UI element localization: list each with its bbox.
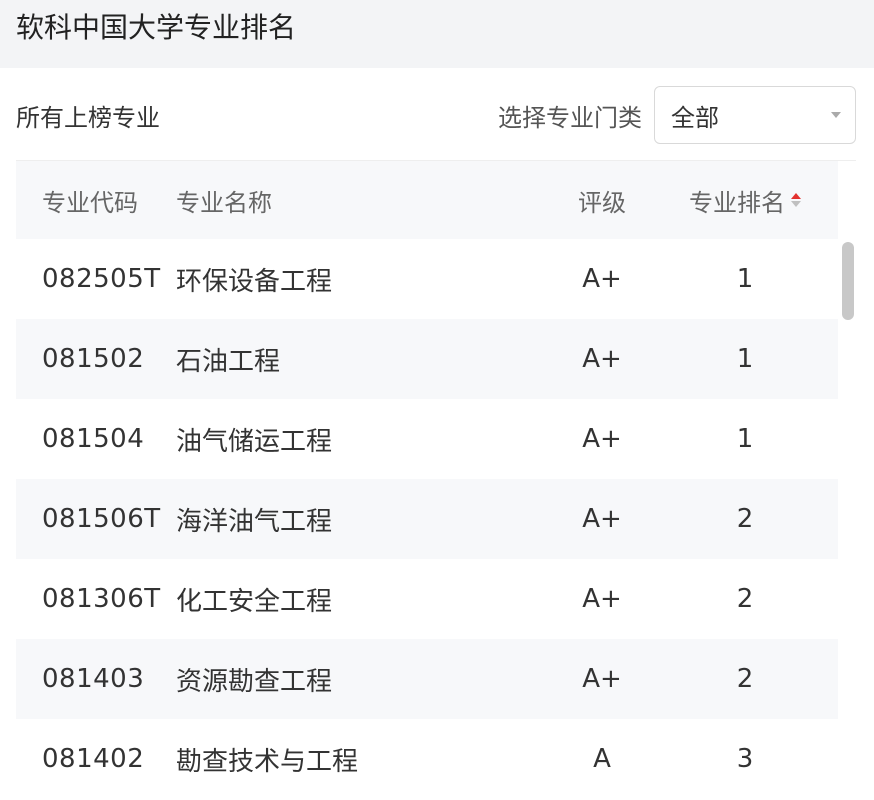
cell-rank: 1 [736,264,754,294]
header-grade: 评级 [578,188,626,217]
cell-rank: 2 [736,664,754,694]
cell-name: 资源勘查工程 [176,666,333,697]
cell-grade: A+ [582,504,622,534]
cell-rank: 2 [736,584,754,614]
cell-grade: A [593,744,611,774]
cell-name: 石油工程 [176,346,281,377]
table-row[interactable]: 081506T 海洋油气工程 A+ 2 [16,479,838,559]
cell-code: 081402 [42,744,145,774]
sort-down-icon [791,201,801,207]
header-rank[interactable]: 专业排名 [652,183,838,218]
cell-name: 化工安全工程 [176,586,333,617]
cell-code: 081403 [42,664,145,694]
table-row[interactable]: 081403 资源勘查工程 A+ 2 [16,639,838,719]
header-code: 专业代码 [42,188,138,217]
category-filter-label: 选择专业门类 [498,103,642,132]
table-row[interactable]: 081402 勘查技术与工程 A 3 [16,719,838,799]
cell-name: 环保设备工程 [176,266,333,297]
category-select[interactable]: 全部 [654,86,856,144]
cell-grade: A+ [582,584,622,614]
cell-grade: A+ [582,424,622,454]
cell-rank: 2 [736,504,754,534]
header-name: 专业名称 [176,188,272,217]
category-select-value: 全部 [671,103,719,132]
cell-name: 勘查技术与工程 [176,746,359,777]
ranking-card: 所有上榜专业 选择专业门类 全部 专业代码 专业名称 评级 专业排名 08250… [0,68,874,800]
cell-name: 油气储运工程 [176,426,333,457]
cell-rank: 1 [736,344,754,374]
cell-name: 海洋油气工程 [176,506,333,537]
sort-up-icon [791,193,801,199]
cell-rank: 1 [736,424,754,454]
cell-code: 081504 [42,424,145,454]
header-rank-label: 专业排名 [689,188,785,217]
all-majors-label: 所有上榜专业 [16,103,160,132]
cell-grade: A+ [582,344,622,374]
table-header: 专业代码 专业名称 评级 专业排名 [16,161,838,239]
scrollbar-thumb[interactable] [842,242,854,320]
page-title: 软科中国大学专业排名 [16,11,297,44]
ranking-table: 专业代码 专业名称 评级 专业排名 082505T 环保设备工程 A+ 1 08… [16,161,838,799]
cell-code: 081502 [42,344,145,374]
cell-code: 081306T [42,584,161,614]
toolbar: 所有上榜专业 选择专业门类 全部 [16,86,856,144]
table-row[interactable]: 081306T 化工安全工程 A+ 2 [16,559,838,639]
table-row[interactable]: 081504 油气储运工程 A+ 1 [16,399,838,479]
cell-code: 081506T [42,504,161,534]
category-filter: 选择专业门类 全部 [498,86,856,144]
cell-code: 082505T [42,264,161,294]
cell-grade: A+ [582,264,622,294]
table-row[interactable]: 081502 石油工程 A+ 1 [16,319,838,399]
cell-grade: A+ [582,664,622,694]
table-body: 082505T 环保设备工程 A+ 1 081502 石油工程 A+ 1 081… [16,239,838,799]
table-row[interactable]: 082505T 环保设备工程 A+ 1 [16,239,838,319]
sort-icon[interactable] [791,193,801,207]
chevron-down-icon [831,112,841,118]
cell-rank: 3 [736,744,754,774]
